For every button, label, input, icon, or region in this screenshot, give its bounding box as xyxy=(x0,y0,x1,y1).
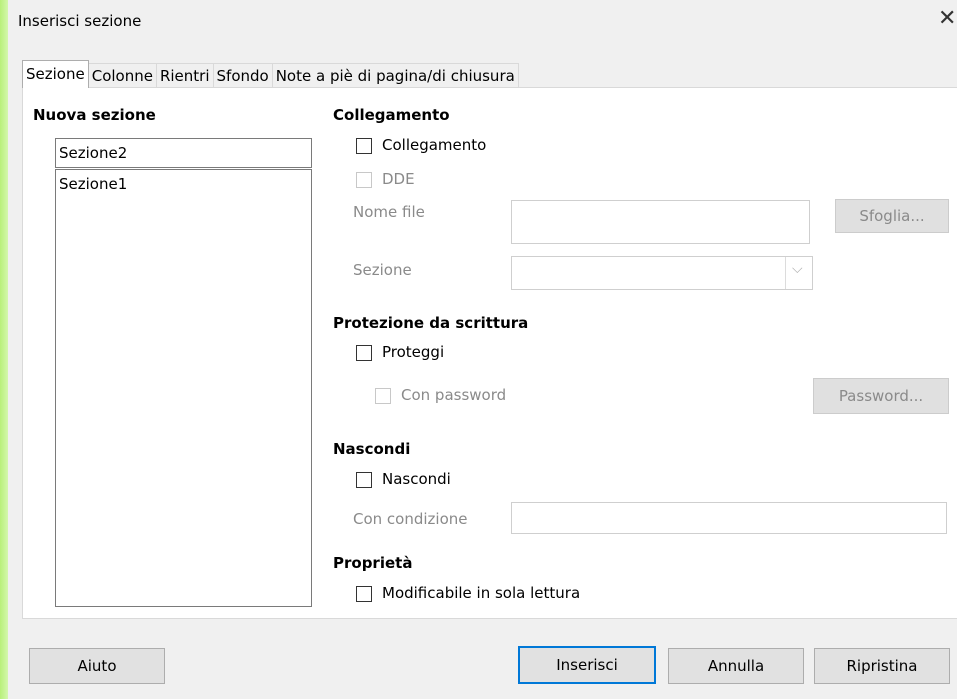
tab-colonne[interactable]: Colonne xyxy=(87,63,157,88)
insert-section-dialog: Inserisci sezione ✕ Sezione Colonne Rien… xyxy=(8,0,957,699)
browse-button[interactable]: Sfoglia... xyxy=(835,199,949,233)
file-name-label: Nome file xyxy=(353,203,425,221)
tab-rientri[interactable]: Rientri xyxy=(155,63,214,88)
tab-sfondo[interactable]: Sfondo xyxy=(212,63,273,88)
password-checkbox[interactable] xyxy=(375,388,391,404)
chevron-down-icon: ⌵ xyxy=(792,261,803,277)
section-name-value: Sezione2 xyxy=(59,144,128,162)
section-dropdown[interactable]: ⌵ xyxy=(511,256,813,290)
help-button[interactable]: Aiuto xyxy=(29,648,165,684)
readonly-checkbox[interactable] xyxy=(356,586,372,602)
condition-field[interactable] xyxy=(511,502,947,534)
hide-checkbox[interactable] xyxy=(356,472,372,488)
condition-label: Con condizione xyxy=(353,510,468,528)
cancel-button[interactable]: Annulla xyxy=(668,648,804,684)
dde-checkbox-label: DDE xyxy=(382,170,415,188)
dialog-title: Inserisci sezione xyxy=(18,12,142,30)
link-heading: Collegamento xyxy=(333,106,450,124)
section-label: Sezione xyxy=(353,261,412,279)
readonly-checkbox-label: Modificabile in sola lettura xyxy=(382,584,581,602)
list-item[interactable]: Sezione1 xyxy=(59,175,127,193)
tab-sezione[interactable]: Sezione xyxy=(22,60,89,88)
dropdown-button[interactable]: ⌵ xyxy=(785,257,812,289)
write-protection-heading: Protezione da scrittura xyxy=(333,314,529,332)
password-checkbox-label: Con password xyxy=(401,386,507,404)
reset-button[interactable]: Ripristina xyxy=(814,648,950,684)
hide-heading: Nascondi xyxy=(333,440,411,458)
tab-bar: Sezione Colonne Rientri Sfondo Note a pi… xyxy=(22,60,519,88)
password-button[interactable]: Password... xyxy=(813,378,949,414)
properties-heading: Proprietà xyxy=(333,554,413,572)
hide-checkbox-label: Nascondi xyxy=(382,470,451,488)
link-checkbox-label: Collegamento xyxy=(382,136,487,154)
insert-button[interactable]: Inserisci xyxy=(518,646,656,684)
protect-checkbox[interactable] xyxy=(356,345,372,361)
tab-panel: Nuova sezione Sezione2 Sezione1 Collegam… xyxy=(22,87,957,619)
section-name-input[interactable]: Sezione2 xyxy=(55,138,312,168)
file-name-field[interactable] xyxy=(511,200,810,244)
tab-note[interactable]: Note a piè di pagina/di chiusura xyxy=(271,63,519,88)
section-list[interactable]: Sezione1 xyxy=(55,169,312,607)
dde-checkbox[interactable] xyxy=(356,172,372,188)
new-section-heading: Nuova sezione xyxy=(33,106,156,124)
link-checkbox[interactable] xyxy=(356,138,372,154)
close-icon[interactable]: ✕ xyxy=(938,8,956,30)
protect-checkbox-label: Proteggi xyxy=(382,343,445,361)
